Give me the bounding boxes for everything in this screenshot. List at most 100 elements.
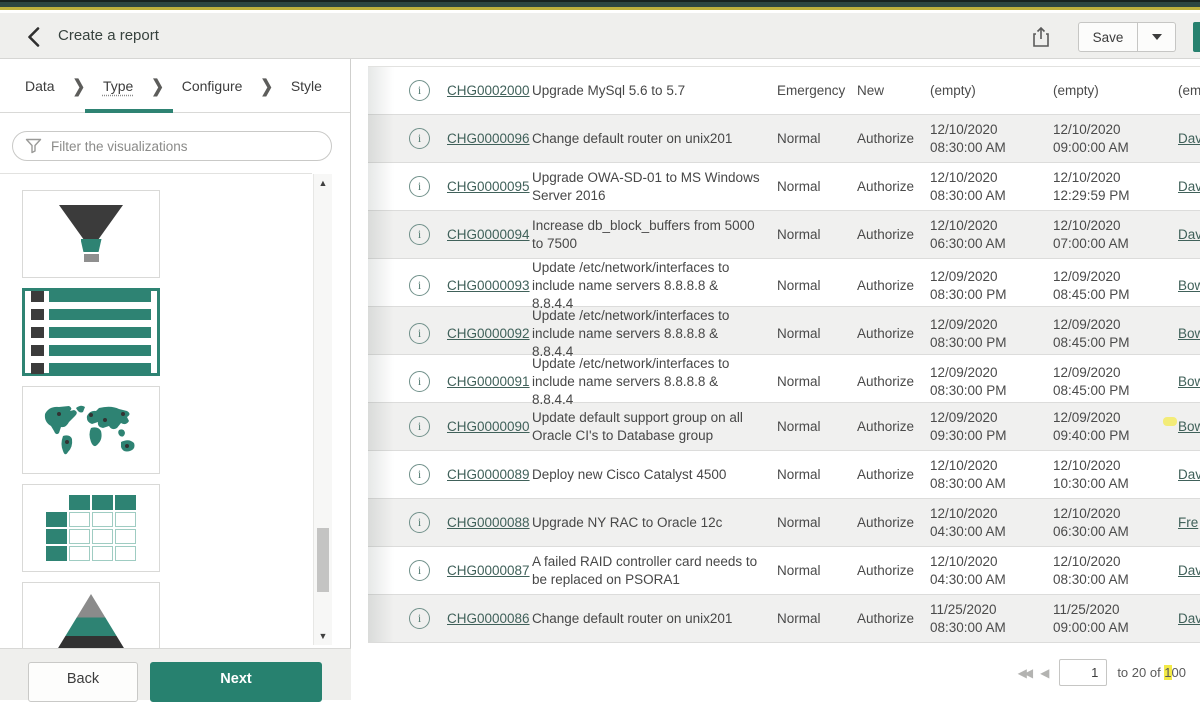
- save-button[interactable]: Save: [1078, 22, 1138, 52]
- state-cell: Authorize: [857, 278, 930, 293]
- change-number-link[interactable]: CHG0000094: [447, 227, 532, 242]
- change-number-link[interactable]: CHG0000086: [447, 611, 532, 626]
- assigned-to-link[interactable]: Bow: [1178, 326, 1200, 341]
- table-row[interactable]: i CHG0000093 Update /etc/network/interfa…: [368, 259, 1200, 307]
- viz-thumbnail-list[interactable]: [22, 288, 160, 376]
- page-number-input[interactable]: [1059, 659, 1107, 686]
- end-date-cell: 12/10/2020 06:30:00 AM: [1053, 505, 1178, 541]
- priority-cell: Normal: [777, 374, 857, 389]
- end-date-cell: 12/09/2020 08:45:00 PM: [1053, 268, 1178, 304]
- table-row[interactable]: i CHG0000092 Update /etc/network/interfa…: [368, 307, 1200, 355]
- change-number-link[interactable]: CHG0000095: [447, 179, 532, 194]
- assigned-to-link[interactable]: Fre: [1178, 515, 1200, 530]
- viz-thumbnail-heatmap[interactable]: [22, 484, 160, 572]
- table-row[interactable]: i CHG0000090 Update default support grou…: [368, 403, 1200, 451]
- step-style[interactable]: Style: [291, 78, 322, 94]
- assigned-to-link[interactable]: Bow: [1178, 374, 1200, 389]
- visualization-filter-input[interactable]: [12, 131, 332, 161]
- state-cell: Authorize: [857, 326, 930, 341]
- viz-thumbnail-pyramid[interactable]: [22, 582, 160, 648]
- start-date-cell: 12/10/2020 08:30:00 AM: [930, 169, 1053, 205]
- end-date-cell: 12/10/2020 08:30:00 AM: [1053, 553, 1178, 589]
- info-icon[interactable]: i: [409, 323, 430, 344]
- change-number-link[interactable]: CHG0000088: [447, 515, 532, 530]
- info-icon[interactable]: i: [409, 176, 430, 197]
- assigned-to-link[interactable]: Dav: [1178, 467, 1200, 482]
- info-icon[interactable]: i: [409, 128, 430, 149]
- assigned-to-link[interactable]: Dav: [1178, 563, 1200, 578]
- chevron-down-icon: [1152, 34, 1162, 40]
- change-number-link[interactable]: CHG0002000: [447, 83, 532, 98]
- record-list-preview: i CHG0002000 Upgrade MySql 5.6 to 5.7 Em…: [352, 59, 1200, 700]
- table-row[interactable]: i CHG0000094 Increase db_block_buffers f…: [368, 211, 1200, 259]
- chevron-right-icon: ❯: [260, 75, 273, 96]
- next-button[interactable]: Next: [150, 662, 322, 702]
- assigned-to-link[interactable]: Dav: [1178, 611, 1200, 626]
- table-row[interactable]: i CHG0000089 Deploy new Cisco Catalyst 4…: [368, 451, 1200, 499]
- assigned-to-link[interactable]: Dav: [1178, 227, 1200, 242]
- change-number-link[interactable]: CHG0000091: [447, 374, 532, 389]
- share-icon[interactable]: [1028, 24, 1054, 50]
- state-cell: Authorize: [857, 131, 930, 146]
- info-icon[interactable]: i: [409, 80, 430, 101]
- app-header: Create a report Save: [0, 13, 1200, 59]
- scroll-down-icon[interactable]: ▼: [314, 629, 332, 643]
- table-row[interactable]: i CHG0000086 Change default router on un…: [368, 595, 1200, 643]
- save-menu-button[interactable]: [1138, 22, 1176, 52]
- scroll-up-icon[interactable]: ▲: [314, 176, 332, 190]
- state-cell: Authorize: [857, 227, 930, 242]
- short-description: Update /etc/network/interfaces to includ…: [532, 259, 777, 312]
- short-description: A failed RAID controller card needs to b…: [532, 553, 777, 589]
- active-step-underline: [85, 109, 173, 113]
- previous-page-icon[interactable]: ◀: [1040, 666, 1049, 680]
- clipped-action-button[interactable]: [1193, 22, 1200, 52]
- short-description: Upgrade OWA-SD-01 to MS Windows Server 2…: [532, 169, 777, 205]
- table-row[interactable]: i CHG0000096 Change default router on un…: [368, 115, 1200, 163]
- short-description: Change default router on unix201: [532, 610, 777, 628]
- info-icon[interactable]: i: [409, 608, 430, 629]
- info-icon[interactable]: i: [409, 560, 430, 581]
- info-icon[interactable]: i: [409, 371, 430, 392]
- step-configure[interactable]: Configure: [182, 78, 243, 94]
- info-icon[interactable]: i: [409, 224, 430, 245]
- scrollbar-thumb[interactable]: [317, 528, 329, 592]
- back-button[interactable]: Back: [28, 662, 138, 702]
- viz-thumbnail-map[interactable]: [22, 386, 160, 474]
- save-split-button: Save: [1078, 22, 1176, 52]
- end-date-cell: 11/25/2020 09:00:00 AM: [1053, 601, 1178, 637]
- table-row[interactable]: i CHG0002000 Upgrade MySql 5.6 to 5.7 Em…: [368, 67, 1200, 115]
- change-number-link[interactable]: CHG0000087: [447, 563, 532, 578]
- start-date-cell: 12/09/2020 09:30:00 PM: [930, 409, 1053, 445]
- table-row[interactable]: i CHG0000095 Upgrade OWA-SD-01 to MS Win…: [368, 163, 1200, 211]
- assigned-to-link[interactable]: Dav: [1178, 179, 1200, 194]
- info-icon[interactable]: i: [409, 275, 430, 296]
- start-date-cell: 12/09/2020 08:30:00 PM: [930, 268, 1053, 304]
- viz-thumbnail-funnel[interactable]: [22, 190, 160, 278]
- start-date-cell: 11/25/2020 08:30:00 AM: [930, 601, 1053, 637]
- change-number-link[interactable]: CHG0000093: [447, 278, 532, 293]
- info-icon[interactable]: i: [409, 416, 430, 437]
- info-icon[interactable]: i: [409, 464, 430, 485]
- step-type[interactable]: Type: [103, 78, 133, 94]
- table-row[interactable]: i CHG0000088 Upgrade NY RAC to Oracle 12…: [368, 499, 1200, 547]
- first-page-icon[interactable]: ◀◀: [1018, 666, 1030, 680]
- state-cell: Authorize: [857, 179, 930, 194]
- change-number-link[interactable]: CHG0000090: [447, 419, 532, 434]
- assigned-to-link[interactable]: Bow: [1178, 419, 1200, 434]
- report-type-panel: Data ❯ Type ❯ Configure ❯ Style: [0, 59, 351, 700]
- back-chevron-icon[interactable]: [20, 24, 46, 50]
- end-date-cell: 12/09/2020 09:40:00 PM: [1053, 409, 1178, 445]
- table-row[interactable]: i CHG0000087 A failed RAID controller ca…: [368, 547, 1200, 595]
- assigned-to-link[interactable]: Bow: [1178, 278, 1200, 293]
- assigned-to-link[interactable]: Dav: [1178, 131, 1200, 146]
- change-number-link[interactable]: CHG0000096: [447, 131, 532, 146]
- sidebar-scrollbar[interactable]: ▲ ▼: [313, 174, 332, 645]
- short-description: Update /etc/network/interfaces to includ…: [532, 355, 777, 408]
- step-data[interactable]: Data: [25, 78, 55, 94]
- table-row[interactable]: i CHG0000091 Update /etc/network/interfa…: [368, 355, 1200, 403]
- end-date-cell: 12/10/2020 07:00:00 AM: [1053, 217, 1178, 253]
- change-number-link[interactable]: CHG0000092: [447, 326, 532, 341]
- change-number-link[interactable]: CHG0000089: [447, 467, 532, 482]
- info-icon[interactable]: i: [409, 512, 430, 533]
- priority-cell: Emergency: [777, 83, 857, 98]
